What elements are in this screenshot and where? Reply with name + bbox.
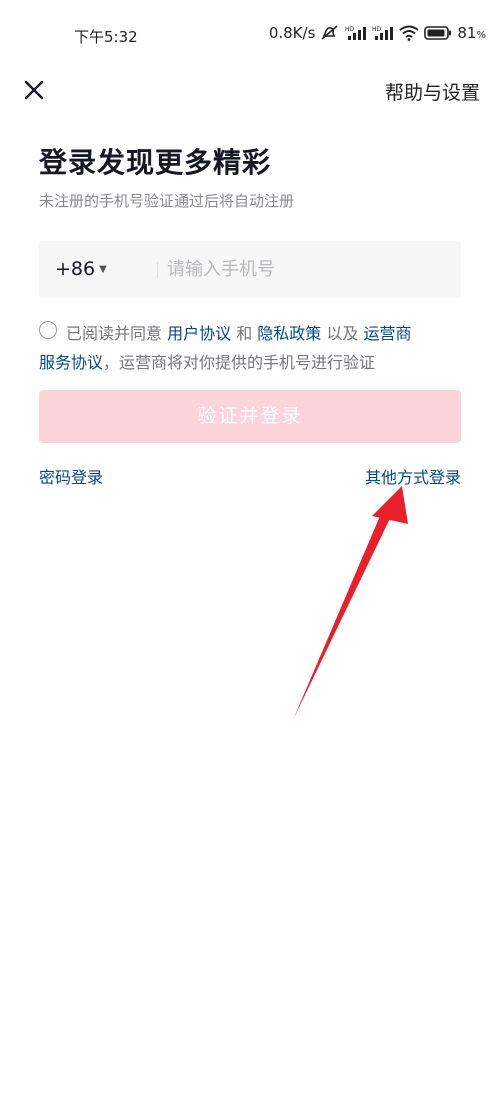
svg-text:HD: HD: [372, 26, 382, 33]
battery-icon: [424, 26, 452, 40]
phone-input[interactable]: [167, 254, 447, 284]
operator-agreement-link[interactable]: 运营商: [364, 324, 412, 343]
wifi-icon: [399, 25, 420, 41]
caret-down-icon: ▼: [99, 263, 107, 275]
privacy-policy-link[interactable]: 隐私政策: [257, 324, 321, 343]
page-subtitle: 未注册的手机号验证通过后将自动注册: [39, 192, 295, 210]
agreement-suffix: ，运营商将对你提供的手机号进行验证: [103, 353, 376, 372]
agree-radio[interactable]: [39, 321, 57, 339]
close-icon[interactable]: [22, 78, 46, 102]
agreement-line-2: 服务协议，运营商将对你提供的手机号进行验证: [39, 349, 375, 373]
page-title: 登录发现更多精彩: [39, 146, 272, 179]
mute-icon: [320, 25, 340, 41]
battery-level: 81%: [457, 24, 486, 42]
operator-agreement-link-cont[interactable]: 服务协议: [39, 353, 103, 372]
user-agreement-link[interactable]: 用户协议: [167, 324, 231, 343]
arrow-head-icon: [372, 486, 408, 524]
agreement-line-1: 已阅读并同意 用户协议 和 隐私政策 以及 运营商: [66, 320, 412, 344]
country-code-label: +86: [55, 258, 96, 280]
other-login-link[interactable]: 其他方式登录: [365, 464, 461, 488]
signal-icon-2: HD: [372, 25, 394, 41]
svg-text:HD: HD: [345, 26, 355, 33]
agreement-and: 和: [231, 324, 258, 343]
status-time: 下午5:32: [74, 28, 138, 46]
verify-login-button[interactable]: 验证并登录: [39, 390, 461, 443]
status-indicators: 0.8K/s HD HD 81%: [269, 24, 486, 42]
top-bar: 帮助与设置: [0, 70, 500, 110]
country-code-selector[interactable]: +86 ▼: [55, 258, 107, 280]
help-settings-link[interactable]: 帮助与设置: [385, 78, 480, 105]
password-login-link[interactable]: 密码登录: [39, 464, 103, 488]
agreement-also: 以及: [321, 324, 364, 343]
input-divider: [157, 262, 158, 278]
agreement-prefix: 已阅读并同意: [66, 324, 168, 343]
status-bar: 下午5:32 0.8K/s HD HD 81%: [0, 0, 500, 70]
signal-icon: HD: [345, 25, 367, 41]
phone-input-box: +86 ▼: [39, 241, 461, 298]
net-speed: 0.8K/s: [268, 24, 316, 42]
arrow-shaft: [293, 502, 396, 720]
